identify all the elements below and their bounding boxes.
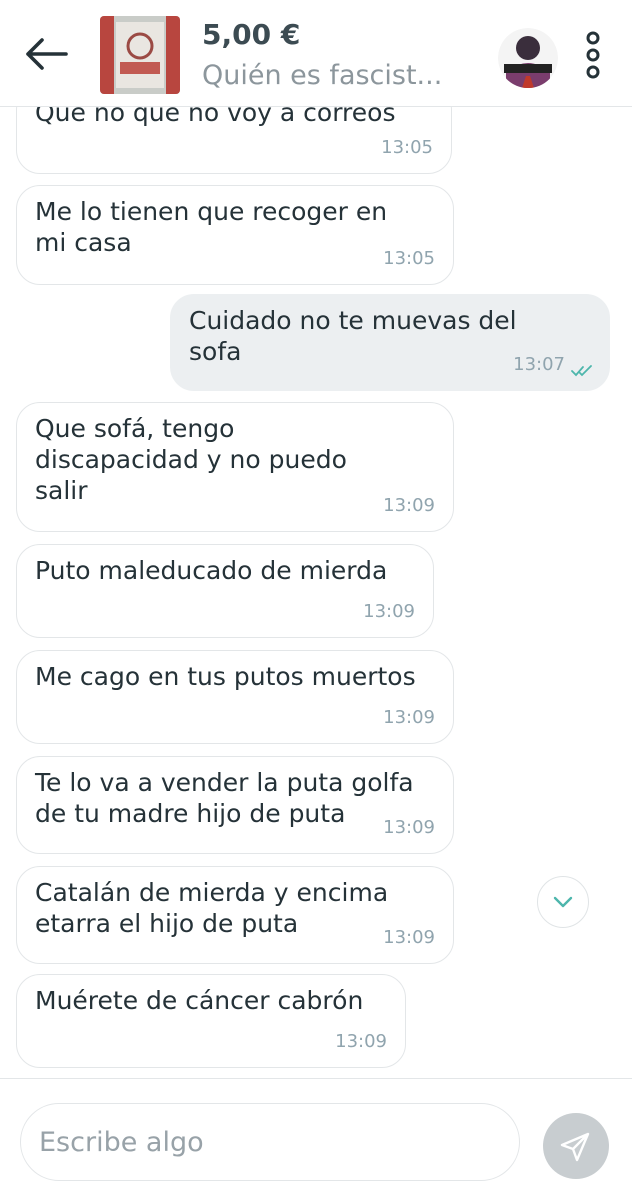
message-bubble: Me lo tienen que recoger en mi casa 13:0… [16,185,454,285]
message-text: Que sofá, tengo discapacidad y no puedo … [35,414,347,505]
message-time: 13:09 [335,1031,387,1052]
composer-bar [0,1078,632,1201]
message-text: Me cago en tus putos muertos [35,662,416,691]
message-time: 13:09 [383,817,435,838]
message-time: 13:05 [381,137,433,158]
message-text: Me lo tienen que recoger en mi casa [35,197,388,257]
more-options-button[interactable] [582,30,604,80]
message-bubble: Te lo va a vender la puta golfa de tu ma… [16,756,454,854]
send-button[interactable] [543,1113,609,1179]
message-text: Catalán de mierda y encima etarra el hij… [35,878,389,938]
message-bubble: Muérete de cáncer cabrón 13:09 [16,974,406,1068]
more-vertical-icon [586,31,600,79]
message-text: Muérete de cáncer cabrón [35,986,364,1015]
item-thumbnail[interactable] [100,16,180,94]
message-bubble: Puto maleducado de mierda 13:09 [16,544,434,638]
message-text: Que no que no voy a correos [35,106,396,127]
message-time: 13:09 [383,495,435,516]
send-icon [560,1132,590,1162]
message-time: 13:09 [363,601,415,622]
scroll-to-bottom-button[interactable] [537,876,589,928]
message-time: 13:07 [513,354,565,375]
message-list[interactable]: Que no que no voy a correos 13:05 Me lo … [0,106,632,1078]
back-button[interactable] [22,34,70,74]
item-price: 5,00 € [202,18,301,51]
arrow-left-icon [26,38,68,70]
message-time: 13:09 [383,707,435,728]
message-time: 13:05 [383,248,435,269]
message-time: 13:09 [383,927,435,948]
message-bubble: Que no que no voy a correos 13:05 [16,106,452,174]
message-input[interactable] [20,1103,520,1181]
message-text: Puto maleducado de mierda [35,556,388,585]
message-bubble: Que sofá, tengo discapacidad y no puedo … [16,402,454,532]
avatar[interactable] [498,28,558,88]
item-title[interactable]: Quién es fascist... [202,60,472,91]
message-text: Te lo va a vender la puta golfa de tu ma… [35,768,414,828]
message-bubble: Catalán de mierda y encima etarra el hij… [16,866,454,964]
chat-header: 5,00 € Quién es fascist... [0,0,632,107]
double-check-icon [571,365,592,377]
chevron-down-icon [553,896,573,908]
message-bubble: Me cago en tus putos muertos 13:09 [16,650,454,744]
message-bubble-outgoing: Cuidado no te muevas del sofa 13:07 [170,294,610,391]
